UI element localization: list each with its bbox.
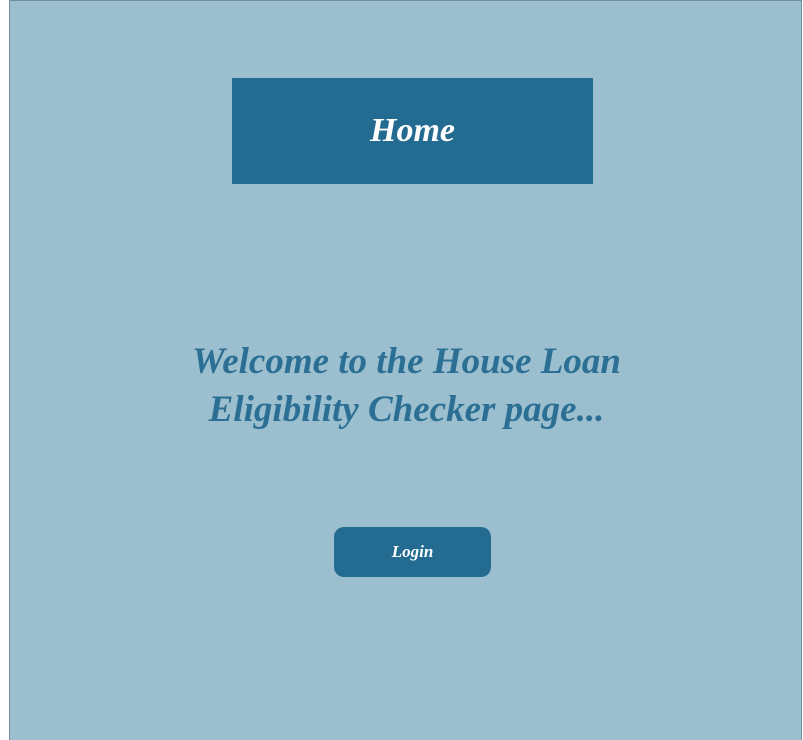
welcome-message: Welcome to the House Loan Eligibility Ch…	[10, 338, 803, 434]
page-title: Home	[370, 112, 455, 149]
header-banner: Home	[232, 78, 593, 184]
page-frame: Home Welcome to the House Loan Eligibili…	[9, 0, 802, 740]
welcome-line-1: Welcome to the House Loan	[192, 341, 621, 382]
welcome-line-2: Eligibility Checker page...	[208, 389, 605, 430]
login-button[interactable]: Login	[334, 527, 491, 577]
